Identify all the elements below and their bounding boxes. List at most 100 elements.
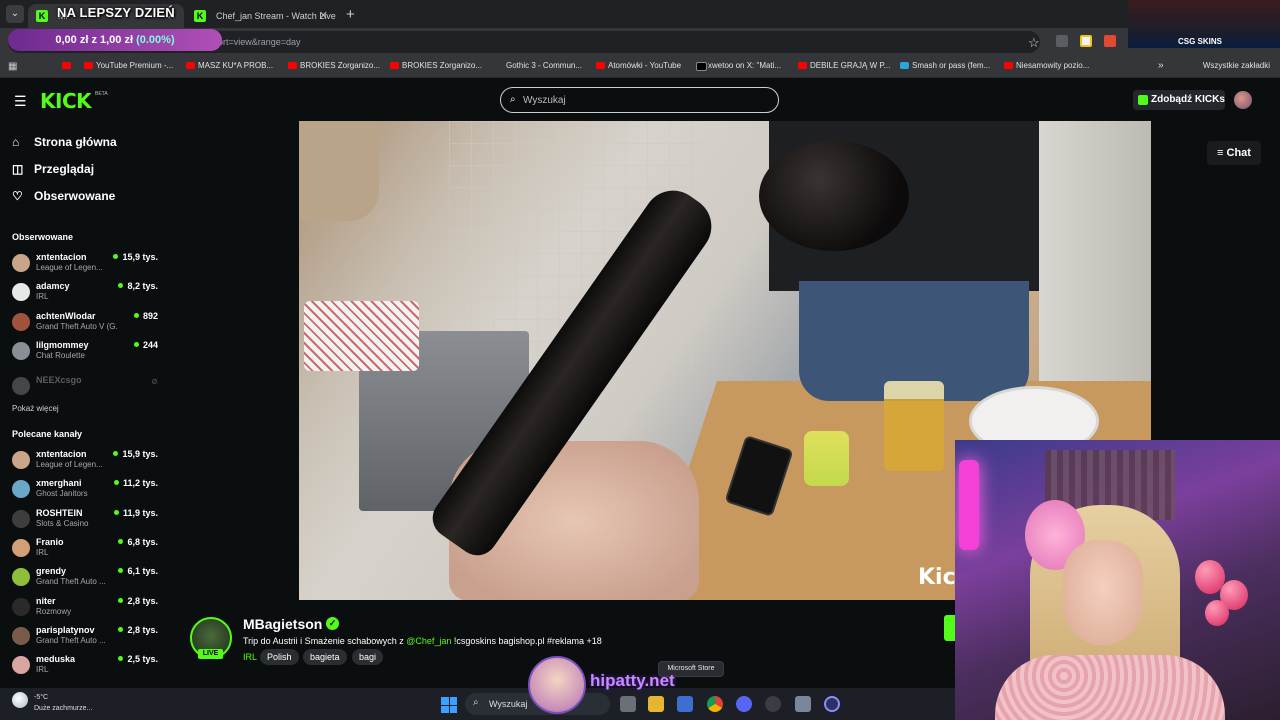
search-placeholder: Wyszukaj — [523, 95, 566, 106]
get-kicks-label: Zdobądź KICKs — [1151, 94, 1225, 105]
chat-toggle-button[interactable]: ≡ Chat — [1207, 141, 1261, 165]
sidebar-channel[interactable]: adamcy IRL 8,2 tys. — [12, 281, 162, 309]
sidebar-channel[interactable]: achtenWlodar Grand Theft Auto V (G... 892 — [12, 311, 162, 339]
user-avatar[interactable] — [1234, 91, 1252, 109]
channel-category: Slots & Casino — [36, 518, 89, 528]
kick-favicon-icon: K — [194, 10, 206, 22]
donation-target: z 1,00 zł — [88, 34, 137, 46]
chrome-icon[interactable] — [707, 696, 723, 712]
menu-icon[interactable]: ☰ — [14, 93, 27, 110]
channel-name: grendy — [36, 566, 67, 577]
obs-icon[interactable] — [824, 696, 840, 712]
url-text: ort=view&range=day — [218, 37, 301, 47]
sidebar-channel[interactable]: Franio IRL 6,8 tys. — [12, 537, 162, 565]
sidebar-channel[interactable]: niter Rozmowy 2,8 tys. — [12, 596, 162, 624]
sidebar-channel[interactable]: grendy Grand Theft Auto ... 6,1 tys. — [12, 566, 162, 594]
channel-name: xmerghani — [36, 478, 82, 489]
nav-home-label: Strona główna — [34, 135, 117, 149]
viewer-count: 8,2 tys. — [118, 281, 158, 291]
bookmark-item[interactable]: Smash or pass (fem... — [900, 61, 990, 70]
viewer-count: 2,5 tys. — [118, 654, 158, 664]
webcam-scene — [995, 655, 1225, 720]
nav-home[interactable]: ⌂ Strona główna — [12, 135, 117, 157]
bookmark-item[interactable]: xwetoo on X: "Mati... — [696, 61, 781, 71]
site-header: ☰ KICK BETA ⌕ Wyszukaj Zdobądź KICKs — [0, 79, 1280, 121]
channel-avatar — [12, 341, 30, 360]
all-bookmarks-folder[interactable]: Wszystkie zakładki — [1203, 61, 1270, 70]
tab-search-button[interactable]: ⌄ — [6, 5, 24, 23]
donation-goal-bar: 0,00 zł z 1,00 zł (0.00%) — [8, 29, 222, 51]
channel-avatar — [12, 656, 30, 675]
channel-name: lilgmommey — [36, 339, 89, 350]
webcam-scene — [1205, 600, 1229, 626]
channel-avatar — [12, 377, 30, 395]
sidebar-channel[interactable]: xntentacion League of Legen... 15,9 tys. — [12, 252, 162, 280]
channel-avatar — [12, 451, 30, 469]
channel-category: Chat Roulette — [36, 350, 85, 360]
stream-category[interactable]: IRL — [243, 652, 257, 662]
stream-tag[interactable]: bagieta — [303, 649, 347, 665]
streamer-name[interactable]: MBagietson — [243, 616, 322, 632]
channel-avatar — [12, 538, 30, 557]
bookmark-item[interactable]: Gothic 3 - Commun... — [494, 61, 582, 70]
stream-title-end: !csgoskins bagishop.pl #reklama +18 — [451, 636, 602, 646]
bookmark-item[interactable]: DEBILE GRAJĄ W P... — [798, 61, 890, 70]
new-tab-button[interactable]: + — [346, 6, 355, 23]
bookmark-item[interactable]: Niesamowity pozio... — [1004, 61, 1089, 70]
microsoft-store-icon[interactable] — [677, 696, 693, 712]
nav-browse-label: Przeglądaj — [34, 162, 95, 176]
windows-start-icon[interactable] — [441, 697, 457, 713]
show-more-link[interactable]: Pokaż więcej — [12, 404, 59, 413]
stream-tag[interactable]: Polish — [260, 649, 299, 665]
bookmarks-bar: ▦ YouTube Premium -... MASZ KU*A PROB...… — [0, 56, 1280, 78]
weather-temperature: -5°C — [34, 694, 49, 701]
bookmark-item[interactable]: Atomówki - YouTube — [596, 61, 681, 70]
close-tab-icon[interactable]: ✕ — [319, 9, 328, 22]
get-kicks-button[interactable]: Zdobądź KICKs — [1133, 90, 1225, 110]
browser-tab-bar: ⌄ K Mi ✕ K Chef_jan Stream - Watch Live … — [0, 0, 1280, 28]
bookmark-item[interactable]: MASZ KU*A PROB... — [186, 61, 273, 70]
extension-icon[interactable] — [1104, 35, 1116, 47]
sidebar-channel[interactable]: xmerghani Ghost Janitors 11,2 tys. — [12, 478, 162, 506]
file-explorer-icon[interactable] — [648, 696, 664, 712]
channel-avatar — [12, 312, 30, 331]
viewer-count: 11,2 tys. — [114, 478, 158, 488]
more-bookmarks-icon[interactable]: » — [1158, 60, 1164, 71]
extension-icon[interactable] — [1080, 35, 1092, 47]
discord-icon[interactable] — [736, 696, 752, 712]
search-input[interactable]: ⌕ Wyszukaj — [500, 87, 779, 113]
bookmark-star-icon[interactable]: ☆ — [1028, 35, 1040, 51]
followed-section-title: Obserwowane — [12, 232, 74, 242]
bookmark-item[interactable]: YouTube Premium -... — [84, 61, 173, 70]
sidebar-channel-offline[interactable]: NEEXcsgo ⊘ — [12, 375, 162, 403]
nav-browse[interactable]: ◫ Przeglądaj — [12, 162, 94, 184]
browse-icon: ◫ — [12, 162, 24, 176]
donation-percent: (0.00%) — [136, 34, 175, 46]
stream-tag[interactable]: bagi — [352, 649, 384, 665]
stream-title-mention[interactable]: @Chef_jan — [406, 636, 451, 646]
app-icon[interactable] — [765, 696, 781, 712]
sidebar-channel[interactable]: ROSHTEIN Slots & Casino 11,9 tys. — [12, 508, 162, 536]
channel-category: IRL — [36, 292, 49, 302]
bookmark-item[interactable]: BROKIES Zorganizo... — [288, 61, 380, 70]
viewer-count: 2,8 tys. — [118, 596, 158, 606]
bookmark-item[interactable]: BROKIES Zorganizo... — [390, 61, 482, 70]
viewer-count: 15,9 tys. — [113, 252, 158, 262]
settings-icon[interactable] — [795, 696, 811, 712]
sidebar-channel[interactable]: xntentacion League of Legen... 15,9 tys. — [12, 449, 162, 477]
apps-grid-icon[interactable]: ▦ — [8, 61, 17, 72]
channel-category: League of Legen... — [36, 460, 103, 469]
streamer-overlay-avatar — [528, 656, 586, 714]
nav-following[interactable]: ♡ Obserwowane — [12, 189, 115, 211]
tab-chef-jan[interactable]: K Chef_jan Stream - Watch Live o ✕ — [186, 4, 336, 28]
kick-logo[interactable]: KICK — [40, 89, 92, 113]
viewer-count: 6,8 tys. — [118, 537, 158, 547]
live-badge: LIVE — [198, 649, 223, 659]
sidebar-channel[interactable]: lilgmommey Chat Roulette 244 — [12, 340, 162, 368]
task-view-icon[interactable] — [620, 696, 636, 712]
extension-icon[interactable] — [1056, 35, 1068, 47]
channel-name: ROSHTEIN — [36, 507, 83, 518]
viewer-count: 244 — [134, 340, 158, 350]
sidebar-channel[interactable]: meduska IRL 2,5 tys. — [12, 654, 162, 682]
sidebar-channel[interactable]: parisplatynov Grand Theft Auto ... 2,8 tys… — [12, 625, 162, 653]
